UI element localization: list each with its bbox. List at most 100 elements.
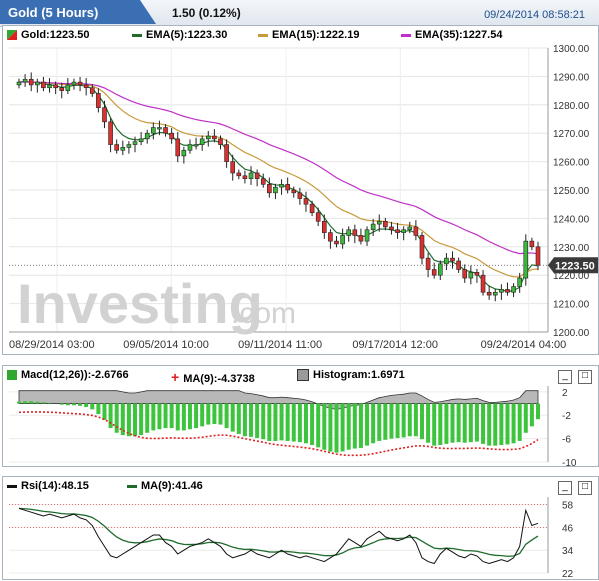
macd-bar bbox=[212, 403, 217, 424]
candle-body bbox=[535, 246, 541, 266]
candle-body bbox=[199, 138, 205, 145]
candle-body bbox=[35, 81, 40, 86]
macd-bar bbox=[340, 403, 345, 452]
price-chart[interactable]: 1300.00 1290.00 1280.00 1270.00 1260.00 1250.… bbox=[3, 26, 598, 354]
candle-body bbox=[444, 257, 449, 265]
candle-body bbox=[303, 198, 309, 205]
candle-body bbox=[83, 84, 89, 89]
macd-bar bbox=[102, 403, 107, 420]
macd-bar bbox=[413, 403, 418, 437]
macd-bar bbox=[493, 403, 498, 446]
macd-bar bbox=[285, 403, 290, 441]
macd-bar bbox=[175, 403, 180, 431]
macd-bar bbox=[78, 403, 83, 406]
x-tick-label: 09/11/2014 11:00 bbox=[238, 339, 322, 351]
watermark-text: Investing bbox=[17, 272, 263, 335]
macd-bar bbox=[218, 403, 223, 425]
candle-body bbox=[77, 81, 83, 86]
macd-bar bbox=[108, 403, 113, 429]
y-tick-label: 1280.00 bbox=[553, 101, 590, 112]
macd-bar bbox=[419, 403, 424, 440]
macd-bar bbox=[65, 403, 70, 406]
macd-bar bbox=[224, 403, 229, 429]
candle-body bbox=[364, 229, 370, 242]
candle-body bbox=[273, 186, 278, 194]
candle-body bbox=[511, 286, 516, 293]
rsi-line bbox=[18, 507, 539, 565]
y-tick-label: 1260.00 bbox=[553, 158, 590, 169]
candle-body bbox=[96, 93, 101, 108]
macd-bar bbox=[206, 403, 211, 425]
y-tick-label: -10 bbox=[562, 458, 577, 466]
candle-body bbox=[218, 138, 223, 145]
macd-bar bbox=[187, 403, 192, 430]
candle-body bbox=[151, 127, 156, 134]
ema-line-5 bbox=[18, 80, 539, 293]
macd-bar bbox=[267, 403, 272, 441]
candle-body bbox=[383, 220, 388, 228]
macd-bar bbox=[462, 403, 467, 443]
price-panel: Gold:1223.50 EMA(5):1223.30 EMA(15):1222… bbox=[2, 25, 599, 355]
candle-body bbox=[309, 203, 315, 214]
macd-bar bbox=[230, 403, 235, 432]
macd-panel: Macd(12,26)):-2.6766 + MA(9):-4.3738 Hist… bbox=[2, 365, 599, 467]
y-tick-label: 1200.00 bbox=[553, 328, 590, 339]
macd-bar bbox=[523, 403, 528, 433]
candle-body bbox=[315, 212, 321, 222]
macd-bar bbox=[346, 403, 351, 450]
macd-bar bbox=[474, 403, 479, 442]
macd-bar bbox=[157, 403, 162, 430]
y-tick-label: 1250.00 bbox=[553, 186, 590, 197]
x-tick-label: 09/05/2014 10:00 bbox=[123, 339, 209, 351]
candle-body bbox=[297, 192, 303, 199]
candle-body bbox=[450, 257, 455, 262]
x-tick-label: 09/24/2014 04:00 bbox=[481, 339, 567, 351]
candle-body bbox=[22, 78, 28, 83]
instrument-title[interactable]: Gold (5 Hours) bbox=[8, 5, 98, 20]
rsi-chart[interactable]: 58 46 34 22 bbox=[3, 477, 598, 579]
candle-body bbox=[291, 189, 297, 194]
macd-bar bbox=[279, 403, 284, 441]
macd-bar bbox=[255, 403, 260, 439]
macd-bar bbox=[487, 403, 492, 446]
chart-header: Gold (5 Hours) 1.50 (0.12%) 09/24/2014 0… bbox=[0, 0, 599, 27]
candle-body bbox=[492, 291, 498, 296]
candle-body bbox=[340, 235, 345, 245]
macd-bar bbox=[29, 401, 34, 404]
macd-bar bbox=[249, 403, 254, 437]
watermark-suffix: .com bbox=[231, 297, 296, 330]
y-tick-label: 2 bbox=[562, 388, 568, 399]
macd-bar bbox=[444, 403, 449, 444]
rsi-panel: Rsi(14):48.15 MA(9):41.46 _ □ 58 46 34 22 bbox=[2, 476, 599, 580]
candle-body bbox=[132, 141, 138, 145]
ema-line-15 bbox=[18, 81, 539, 278]
candle-body bbox=[53, 84, 58, 89]
last-price-label: 1223.50 bbox=[555, 260, 595, 272]
candle-body bbox=[346, 229, 352, 236]
candle-body bbox=[193, 144, 199, 147]
macd-bar bbox=[310, 403, 315, 446]
macd-bar bbox=[200, 403, 205, 427]
price-change: 1.50 (0.12%) bbox=[172, 6, 241, 20]
y-tick-label: -6 bbox=[562, 435, 571, 446]
macd-bar bbox=[59, 403, 64, 405]
macd-bar bbox=[23, 401, 28, 404]
candle-body bbox=[114, 144, 119, 151]
candle-body bbox=[59, 87, 65, 91]
macd-bar bbox=[536, 403, 540, 420]
candle-body bbox=[144, 132, 150, 140]
macd-chart[interactable]: 2 -2 -6 -10 bbox=[3, 366, 598, 466]
macd-bar bbox=[481, 403, 486, 444]
x-tick-label: 08/29/2014 03:00 bbox=[9, 339, 95, 351]
y-tick-label: 58 bbox=[562, 501, 574, 512]
macd-bar bbox=[450, 403, 455, 443]
y-tick-label: 1290.00 bbox=[553, 72, 590, 83]
candle-body bbox=[212, 135, 217, 140]
candle-body bbox=[120, 147, 126, 151]
macd-bar bbox=[389, 403, 394, 439]
macd-bar bbox=[163, 403, 168, 429]
candle-body bbox=[205, 135, 211, 140]
y-tick-label: 1300.00 bbox=[553, 44, 590, 55]
macd-bar bbox=[133, 403, 138, 437]
candle-body bbox=[499, 289, 504, 293]
